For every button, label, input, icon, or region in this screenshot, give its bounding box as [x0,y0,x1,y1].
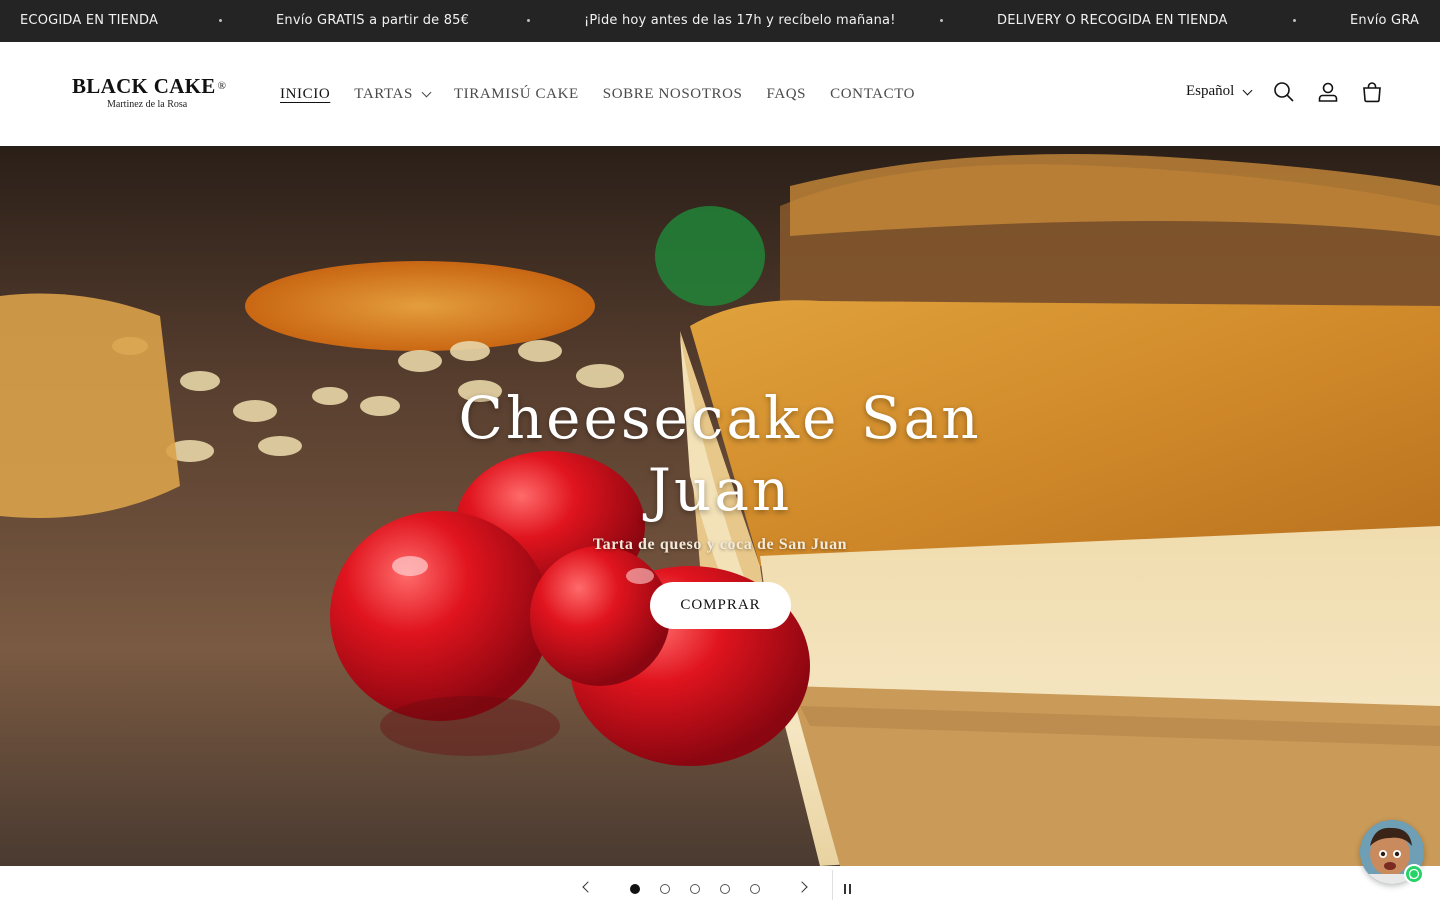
separator-dot [527,19,530,22]
site-header: BLACK CAKE ® Martinez de la Rosa INICIO T… [0,42,1440,146]
chevron-down-icon [421,87,432,98]
slider-controls [0,866,1440,900]
nav-item-faqs[interactable]: FAQS [766,86,806,103]
chevron-down-icon [1242,85,1253,95]
language-selector[interactable]: Español [1186,83,1253,100]
controls-divider [832,870,833,900]
search-icon[interactable] [1272,80,1296,104]
slide-dot-5[interactable] [750,884,760,894]
hero-subtitle: Tarta de queso y coca de San Juan [592,536,848,553]
account-icon[interactable] [1316,80,1340,104]
pause-icon[interactable] [843,884,853,894]
language-label: Español [1186,83,1235,99]
nav-item-tartas[interactable]: TARTAS [354,85,432,103]
hero-slideshow: Cheesecake San Juan Tarta de queso y coc… [0,146,1440,866]
announcement-item: ¡Pide hoy antes de las 17h y recíbelo ma… [584,13,896,28]
buy-button[interactable]: COMPRAR [650,582,791,629]
slide-dot-2[interactable] [660,884,670,894]
nav-label: CONTACTO [830,85,916,102]
next-slide-button[interactable] [796,881,808,893]
nav-item-contacto[interactable]: CONTACTO [830,86,915,103]
logo-subtitle: Martinez de la Rosa [107,99,188,110]
nav-label: TARTAS [354,85,413,102]
separator-dot [1293,19,1296,22]
announcement-item: Envío GRATIS a partir de 85€ [276,13,470,28]
previous-slide-button[interactable] [582,881,594,893]
slide-dot-4[interactable] [720,884,730,894]
announcement-item: DELIVERY O RECOGIDA EN TIENDA [997,13,1228,28]
nav-label: FAQS [766,85,807,102]
separator-dot [940,19,943,22]
registered-mark: ® [217,80,227,92]
logo-title-text: BLACK CAKE [72,74,216,98]
announcement-bar: ECOGIDA EN TIENDA Envío GRATIS a partir … [0,0,1440,42]
logo[interactable]: BLACK CAKE ® Martinez de la Rosa [72,74,232,114]
nav-item-tiramisu-cake[interactable]: TIRAMISÚ CAKE [454,86,579,103]
logo-title: BLACK CAKE ® [72,74,226,99]
nav-label: INICIO [280,85,331,102]
announcement-item: Envío GRA [1350,13,1420,28]
cart-icon[interactable] [1360,80,1384,104]
nav-label: TIRAMISÚ CAKE [453,85,579,102]
nav-label: SOBRE NOSOTROS [602,85,743,102]
hero-title: Cheesecake San Juan [458,384,982,524]
slide-dot-3[interactable] [690,884,700,894]
nav-item-inicio[interactable]: INICIO [280,86,330,103]
separator-dot [219,19,222,22]
whatsapp-icon[interactable] [1404,864,1424,884]
nav-item-sobre-nosotros[interactable]: SOBRE NOSOTROS [603,86,743,103]
announcement-item: ECOGIDA EN TIENDA [20,13,159,28]
main-nav: INICIO TARTAS TIRAMISÚ CAKE SOBRE NOSOTR… [280,42,939,146]
slide-dot-1[interactable] [630,884,640,894]
